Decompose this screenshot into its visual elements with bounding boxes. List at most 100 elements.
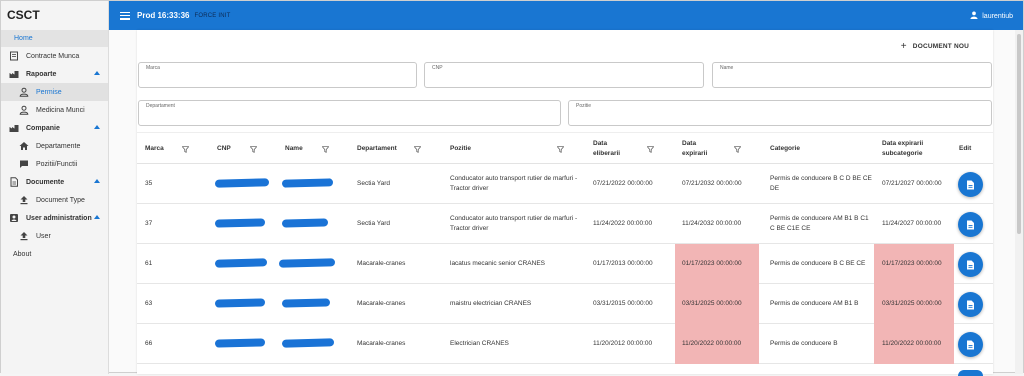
- menu-icon[interactable]: [120, 11, 130, 20]
- column-header-label: Departament: [357, 144, 397, 152]
- cell-data-expirarii-subcategorie: 11/24/2027 00:00:00: [882, 219, 942, 227]
- sidebar-section-label: Documente: [26, 178, 65, 186]
- cell-data-expirarii: 01/17/2023 00:00:00: [675, 244, 759, 284]
- account-icon: [970, 11, 978, 21]
- user-menu[interactable]: laurentiub: [970, 11, 1013, 21]
- table-row[interactable]: 61 Macarale-cranes lacatus mecanic senior …: [137, 244, 993, 284]
- sidebar-item-about[interactable]: About: [1, 245, 108, 263]
- column-header-categorie[interactable]: Categorie: [770, 133, 800, 165]
- column-header-data-expirarii-subcategorie[interactable]: Data expirarii subcategorie: [882, 133, 923, 165]
- chevron-up-icon[interactable]: [94, 179, 100, 183]
- field-label: Marca: [146, 65, 160, 71]
- column-header-label: Categorie: [770, 144, 800, 152]
- sidebar-item-home[interactable]: Home: [1, 30, 108, 47]
- column-header-label: Name: [285, 144, 303, 152]
- column-header-pozitie[interactable]: Pozitie: [450, 133, 471, 165]
- column-header-label: subcategorie: [882, 150, 923, 157]
- plus-icon: +: [900, 41, 907, 52]
- cell-data-expirarii: 11/20/2022 00:00:00: [675, 324, 759, 364]
- sidebar: CSCT Home Contracte Munca Rapoarte Permi…: [1, 1, 109, 374]
- sidebar-section-label: Rapoarte: [26, 70, 57, 78]
- sidebar-item-contracte-munca[interactable]: Contracte Munca: [1, 47, 108, 65]
- name-filter-input[interactable]: Name: [712, 62, 992, 88]
- home-icon: [19, 141, 29, 151]
- chevron-up-icon[interactable]: [94, 125, 100, 129]
- cell-pozitie: Conducator auto transport rutier de marf…: [450, 174, 578, 192]
- cell-pozitie: maistru electrician CRANES: [450, 299, 532, 307]
- cell-pozitie: Conducator auto transport rutier de marf…: [450, 214, 578, 232]
- force-init-button[interactable]: FORCE INIT: [194, 13, 230, 19]
- environment-clock: Prod 16:33:36: [137, 11, 190, 20]
- redacted-name: [281, 178, 334, 188]
- edit-button[interactable]: [958, 332, 983, 357]
- sidebar-section-documente[interactable]: Documente: [1, 173, 108, 191]
- cnp-filter-input[interactable]: CNP: [424, 62, 704, 88]
- cell-data-expirarii: 03/31/2025 00:00:00: [675, 284, 759, 324]
- sidebar-section-companie[interactable]: Companie: [1, 119, 108, 137]
- edit-button[interactable]: [958, 212, 983, 237]
- chevron-up-icon[interactable]: [94, 215, 100, 219]
- filter-icon[interactable]: [182, 133, 189, 165]
- app-title: CSCT: [7, 8, 40, 22]
- field-label: Departament: [146, 103, 175, 109]
- column-header-label: Edit: [959, 144, 972, 152]
- column-header-cnp[interactable]: CNP: [217, 133, 231, 165]
- column-header-data-expirarii[interactable]: Data expirarii: [682, 133, 707, 165]
- edit-button[interactable]: [958, 292, 983, 317]
- sidebar-item-user[interactable]: User: [1, 227, 108, 245]
- new-document-button[interactable]: + DOCUMENT NOU: [901, 41, 969, 52]
- sidebar-section-rapoarte[interactable]: Rapoarte: [1, 65, 108, 83]
- column-header-name[interactable]: Name: [285, 133, 303, 165]
- sidebar-item-label: Document Type: [36, 196, 85, 204]
- factory-icon: [9, 69, 19, 79]
- redacted-name: [281, 298, 331, 308]
- sidebar-item-label: Medicina Munci: [36, 106, 85, 114]
- column-header-label: CNP: [217, 144, 231, 152]
- sidebar-item-departamente[interactable]: Departamente: [1, 137, 108, 155]
- table-row[interactable]: 37 Sectia Yard Conducator auto transport r…: [137, 204, 993, 244]
- cell-marca: 66: [145, 339, 153, 347]
- column-header-label: Data: [593, 139, 608, 147]
- table-row[interactable]: 66 Macarale-cranes Electrician CRANES 11/20…: [137, 324, 993, 364]
- sidebar-item-permise[interactable]: Permise: [1, 83, 108, 101]
- table-row[interactable]: 35 Sectia Yard Conducator auto transport r…: [137, 164, 993, 204]
- column-header-marca[interactable]: Marca: [145, 133, 164, 165]
- sidebar-section-user-administration[interactable]: User administration: [1, 209, 108, 227]
- filter-icon[interactable]: [647, 133, 654, 165]
- filter-icon[interactable]: [250, 133, 257, 165]
- edit-button[interactable]: [958, 172, 983, 197]
- users-icon: [9, 213, 19, 223]
- cell-marca: 63: [145, 299, 153, 307]
- cell-categorie: Permis de conducere AM B1 B C1 C BE C1E …: [770, 214, 869, 232]
- edit-button-partial[interactable]: [958, 370, 983, 376]
- redacted-cnp: [214, 218, 266, 228]
- edit-button[interactable]: [958, 252, 983, 277]
- cell-categorie: Permis de conducere AM B1 B: [770, 299, 859, 307]
- sidebar-section-label: Companie: [26, 124, 60, 132]
- column-header-departament[interactable]: Departament: [357, 133, 397, 165]
- cell-marca: 61: [145, 259, 153, 267]
- filter-icon[interactable]: [734, 133, 741, 165]
- upload-icon: [19, 231, 29, 241]
- pozitie-filter-input[interactable]: Pozitie: [568, 100, 992, 126]
- filter-icon[interactable]: [557, 133, 564, 165]
- cell-data-expirarii-subcategorie: 11/20/2022 00:00:00: [874, 324, 954, 364]
- cell-data-eliberarii: 11/24/2022 00:00:00: [593, 219, 653, 227]
- filter-icon[interactable]: [322, 133, 329, 165]
- marca-filter-input[interactable]: Marca: [138, 62, 417, 88]
- chevron-up-icon[interactable]: [94, 71, 100, 75]
- sidebar-item-medicina-munci[interactable]: Medicina Munci: [1, 101, 108, 119]
- person-outline-icon: [19, 87, 29, 97]
- departament-filter-input[interactable]: Departament: [138, 100, 561, 126]
- vertical-scrollbar[interactable]: [1015, 30, 1023, 374]
- cell-departament: Sectia Yard: [357, 219, 391, 227]
- column-header-label: Data expirarii: [882, 139, 924, 147]
- sidebar-item-document-type[interactable]: Document Type: [1, 191, 108, 209]
- sidebar-item-pozitii-functii[interactable]: Pozitii/Functii: [1, 155, 108, 173]
- filter-icon[interactable]: [414, 133, 421, 165]
- column-header-data-eliberarii[interactable]: Data eliberarii: [593, 133, 620, 165]
- table-row[interactable]: 63 Macarale-cranes maistru electrician CRA…: [137, 284, 993, 324]
- factory-icon: [9, 123, 19, 133]
- sidebar-item-label: About: [13, 250, 32, 258]
- scrollbar-thumb[interactable]: [1017, 34, 1021, 234]
